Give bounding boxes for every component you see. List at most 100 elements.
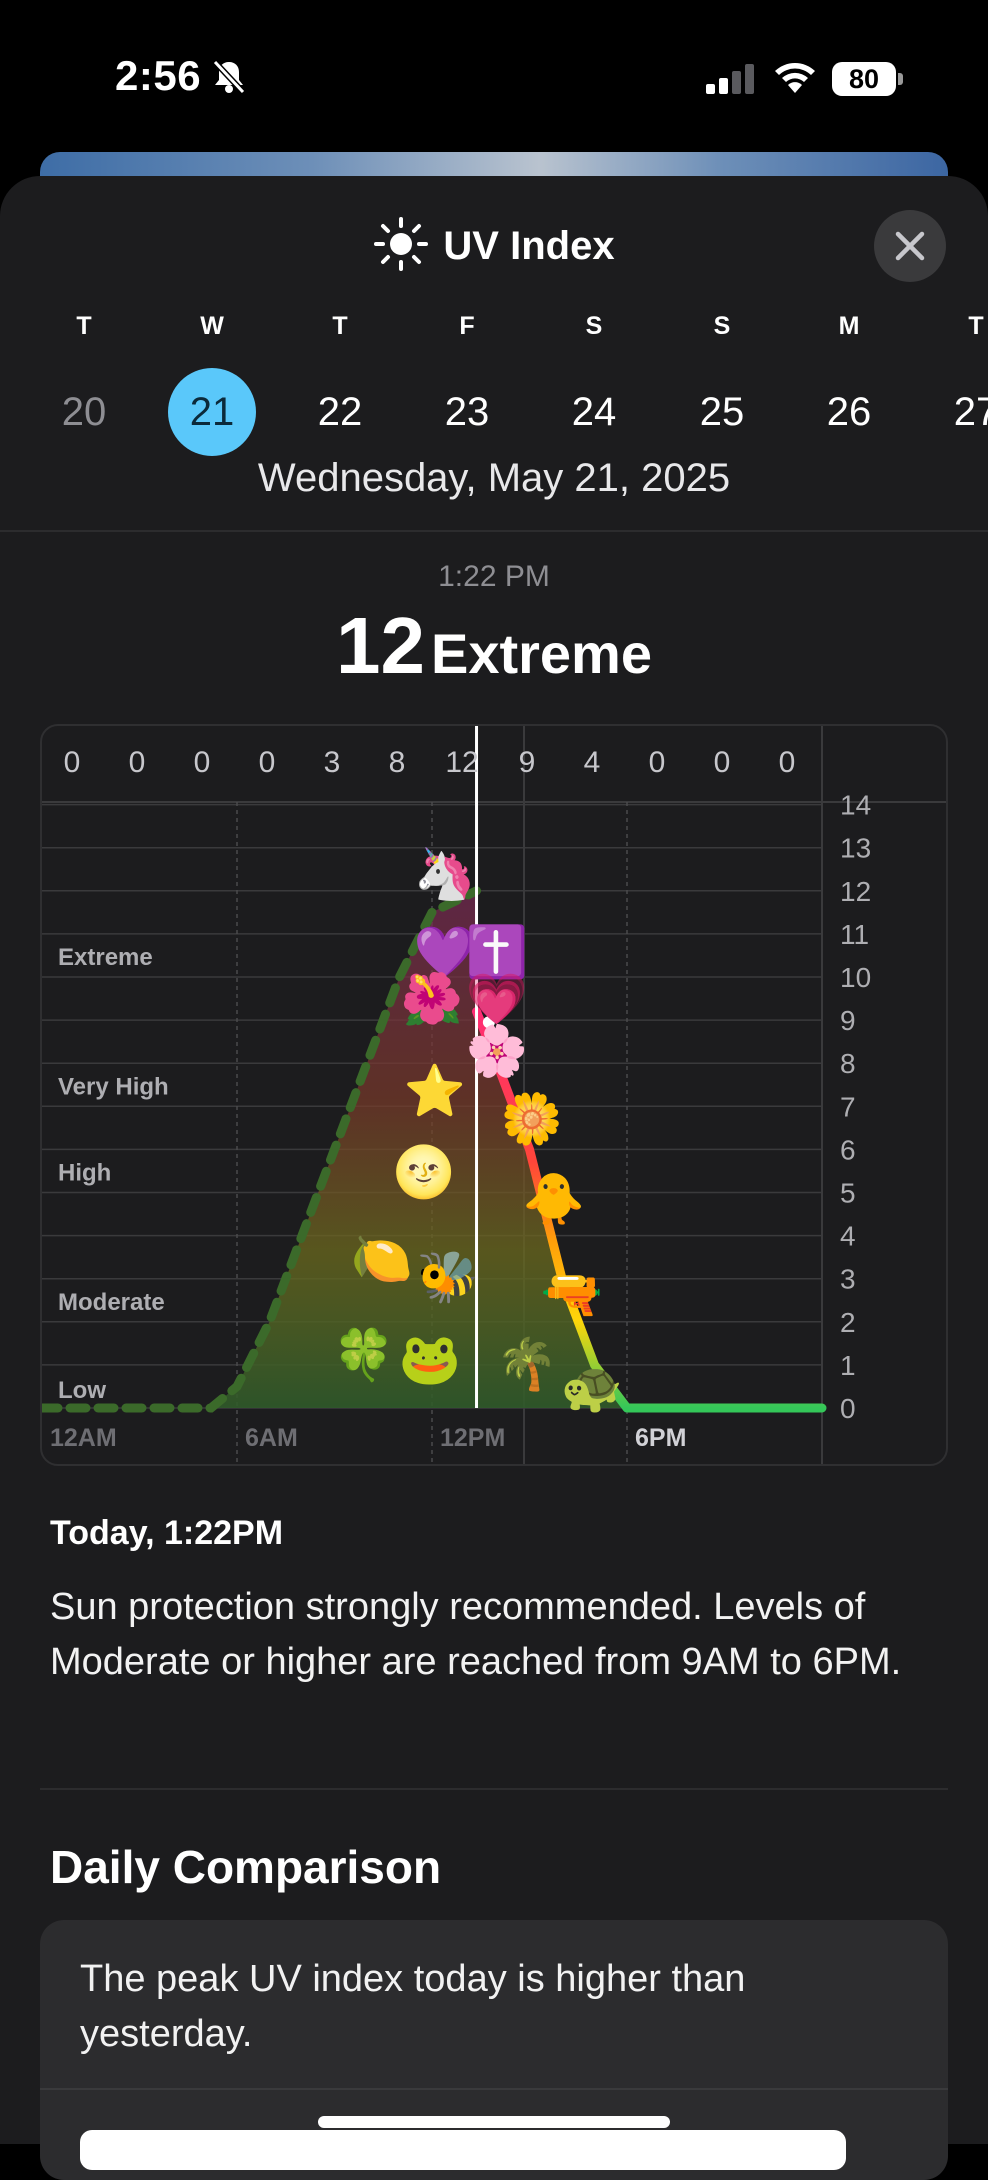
hourly-uv-label: 0 bbox=[649, 746, 666, 779]
day-item-23[interactable]: F 23 bbox=[422, 312, 512, 456]
chick-icon: 🐥 bbox=[523, 1170, 585, 1227]
card-divider bbox=[40, 2088, 948, 2090]
hourly-uv-label: 0 bbox=[194, 746, 211, 779]
x-tick-label: 12AM bbox=[50, 1424, 117, 1452]
daily-comparison-card: The peak UV index today is higher than y… bbox=[40, 1920, 948, 2180]
y-tick-label: 11 bbox=[840, 919, 869, 950]
hourly-uv-label: 4 bbox=[584, 746, 601, 779]
day-item-21[interactable]: W 21 bbox=[167, 312, 257, 456]
y-tick-label: 6 bbox=[840, 1134, 856, 1165]
selected-day-number: 21 bbox=[168, 368, 256, 456]
header-divider bbox=[0, 530, 988, 532]
hourly-uv-label: 9 bbox=[519, 746, 536, 779]
y-tick-label: 4 bbox=[840, 1221, 856, 1252]
day-number: 24 bbox=[571, 390, 617, 434]
moon-face-icon: 🌝 bbox=[393, 1143, 455, 1200]
hourly-uv-label: 0 bbox=[129, 746, 146, 779]
day-number: 27 bbox=[953, 390, 988, 434]
y-tick-label: 5 bbox=[840, 1178, 856, 1209]
water-pistol-icon: 🔫 bbox=[541, 1266, 603, 1322]
y-tick-label: 8 bbox=[840, 1048, 856, 1079]
category-label: Low bbox=[58, 1377, 106, 1404]
day-letter: T bbox=[332, 312, 348, 340]
y-tick-label: 14 bbox=[840, 790, 871, 821]
current-time-label: 1:22 PM bbox=[438, 560, 550, 593]
hourly-uv-label: 3 bbox=[324, 746, 341, 779]
star-icon: ⭐ bbox=[404, 1062, 466, 1119]
frog-icon: 🐸 bbox=[399, 1331, 461, 1387]
day-item-26[interactable]: M 26 bbox=[804, 312, 894, 456]
uv-chart-svg: 🦄💜✝️🌺 💗⭐🌸🌼🌝 🐥🍋 🐝 🔫🍀 🐸 🌴 🐢LowModerateHighVery Hi… bbox=[42, 726, 946, 1464]
today-heading: Today, 1:22PM bbox=[50, 1514, 284, 1552]
hourly-uv-label: 0 bbox=[779, 746, 796, 779]
day-letter: F bbox=[459, 312, 475, 340]
home-indicator[interactable] bbox=[318, 2116, 670, 2128]
hourly-uv-label: 0 bbox=[714, 746, 731, 779]
uv-description: Sun protection strongly recommended. Lev… bbox=[50, 1586, 902, 1683]
daily-comparison-title: Daily Comparison bbox=[50, 1841, 442, 1893]
day-item-20[interactable]: T 20 bbox=[39, 312, 129, 456]
day-item-25[interactable]: S 25 bbox=[677, 312, 767, 456]
category-label: Extreme bbox=[58, 944, 153, 971]
category-label: Moderate bbox=[58, 1289, 165, 1316]
unicorn-icon: 🦄 bbox=[414, 845, 476, 902]
flower-icon: 🌼 bbox=[501, 1090, 563, 1147]
cellular-signal-icon bbox=[706, 64, 758, 99]
hibiscus-icon: 🌺 bbox=[401, 970, 463, 1027]
y-tick-label: 0 bbox=[840, 1393, 856, 1424]
cherry-blossom-icon: 🌸 bbox=[466, 1022, 528, 1079]
category-label: Very High bbox=[58, 1073, 169, 1100]
day-letter: M bbox=[838, 312, 860, 340]
bee-icon: 🐝 bbox=[417, 1249, 479, 1305]
sheet-title: UV Index bbox=[443, 223, 615, 268]
hourly-uv-label: 8 bbox=[389, 746, 406, 779]
y-tick-label: 13 bbox=[840, 833, 871, 864]
y-tick-label: 12 bbox=[840, 876, 871, 907]
hourly-uv-label: 12 bbox=[445, 746, 478, 779]
y-tick-label: 9 bbox=[840, 1005, 856, 1036]
day-item-22[interactable]: T 22 bbox=[295, 312, 385, 456]
battery-indicator: 80 bbox=[832, 62, 896, 96]
selected-date: Wednesday, May 21, 2025 bbox=[257, 456, 731, 500]
palm-tree-icon: 🌴 bbox=[496, 1335, 558, 1392]
day-item-27[interactable]: T 27 bbox=[931, 312, 988, 456]
silent-bell-icon bbox=[210, 58, 248, 101]
day-number: 22 bbox=[317, 390, 363, 434]
close-button[interactable] bbox=[874, 210, 946, 282]
y-tick-label: 2 bbox=[840, 1307, 856, 1338]
sun-icon bbox=[373, 216, 429, 277]
status-time: 2:56 bbox=[115, 52, 202, 99]
turtle-icon: 🐢 bbox=[561, 1359, 623, 1415]
close-icon bbox=[895, 231, 925, 261]
day-picker: T 20 W 21 T 22 F 23 S 24 S 25 M 26 T 27 bbox=[0, 312, 988, 456]
y-tick-label: 10 bbox=[840, 962, 871, 993]
comparison-bar bbox=[80, 2130, 846, 2170]
hourly-uv-label: 0 bbox=[64, 746, 81, 779]
uv-current-reading: 12 Extreme bbox=[0, 600, 988, 692]
battery-tip bbox=[898, 73, 903, 85]
day-number: 26 bbox=[826, 390, 872, 434]
y-tick-label: 3 bbox=[840, 1264, 856, 1295]
y-tick-label: 7 bbox=[840, 1091, 856, 1122]
x-tick-label: 6AM bbox=[245, 1424, 298, 1452]
daily-comparison-text: The peak UV index today is higher than y… bbox=[80, 1958, 746, 2055]
day-letter: S bbox=[713, 312, 731, 340]
lemon-icon: 🍋 bbox=[351, 1231, 413, 1287]
uv-current-category: Extreme bbox=[430, 622, 652, 685]
clover-icon: 🍀 bbox=[333, 1326, 395, 1383]
hourly-uv-label: 0 bbox=[259, 746, 276, 779]
day-item-24[interactable]: S 24 bbox=[549, 312, 639, 456]
x-tick-label: 12PM bbox=[440, 1424, 505, 1452]
day-letter: W bbox=[200, 312, 224, 340]
wifi-icon bbox=[773, 60, 817, 99]
uv-chart[interactable]: 🦄 💜 ✝️ 🌺 💗 ⭐ 🌸 🌼 🌝 🐥 🍋 🐝 🔫 🍀 🐸 🌴 🐢 Low Moderate High Very Hi… bbox=[40, 724, 948, 1466]
day-letter: T bbox=[76, 312, 92, 340]
x-tick-label: 6PM bbox=[635, 1424, 686, 1452]
pink-heart-icon: 💗 bbox=[466, 971, 529, 1027]
status-bar: 2:56 80 bbox=[0, 0, 988, 150]
day-letter: T bbox=[968, 312, 984, 340]
section-divider bbox=[40, 1788, 948, 1790]
day-number: 25 bbox=[699, 390, 745, 434]
category-label: High bbox=[58, 1160, 111, 1187]
day-letter: S bbox=[585, 312, 603, 340]
